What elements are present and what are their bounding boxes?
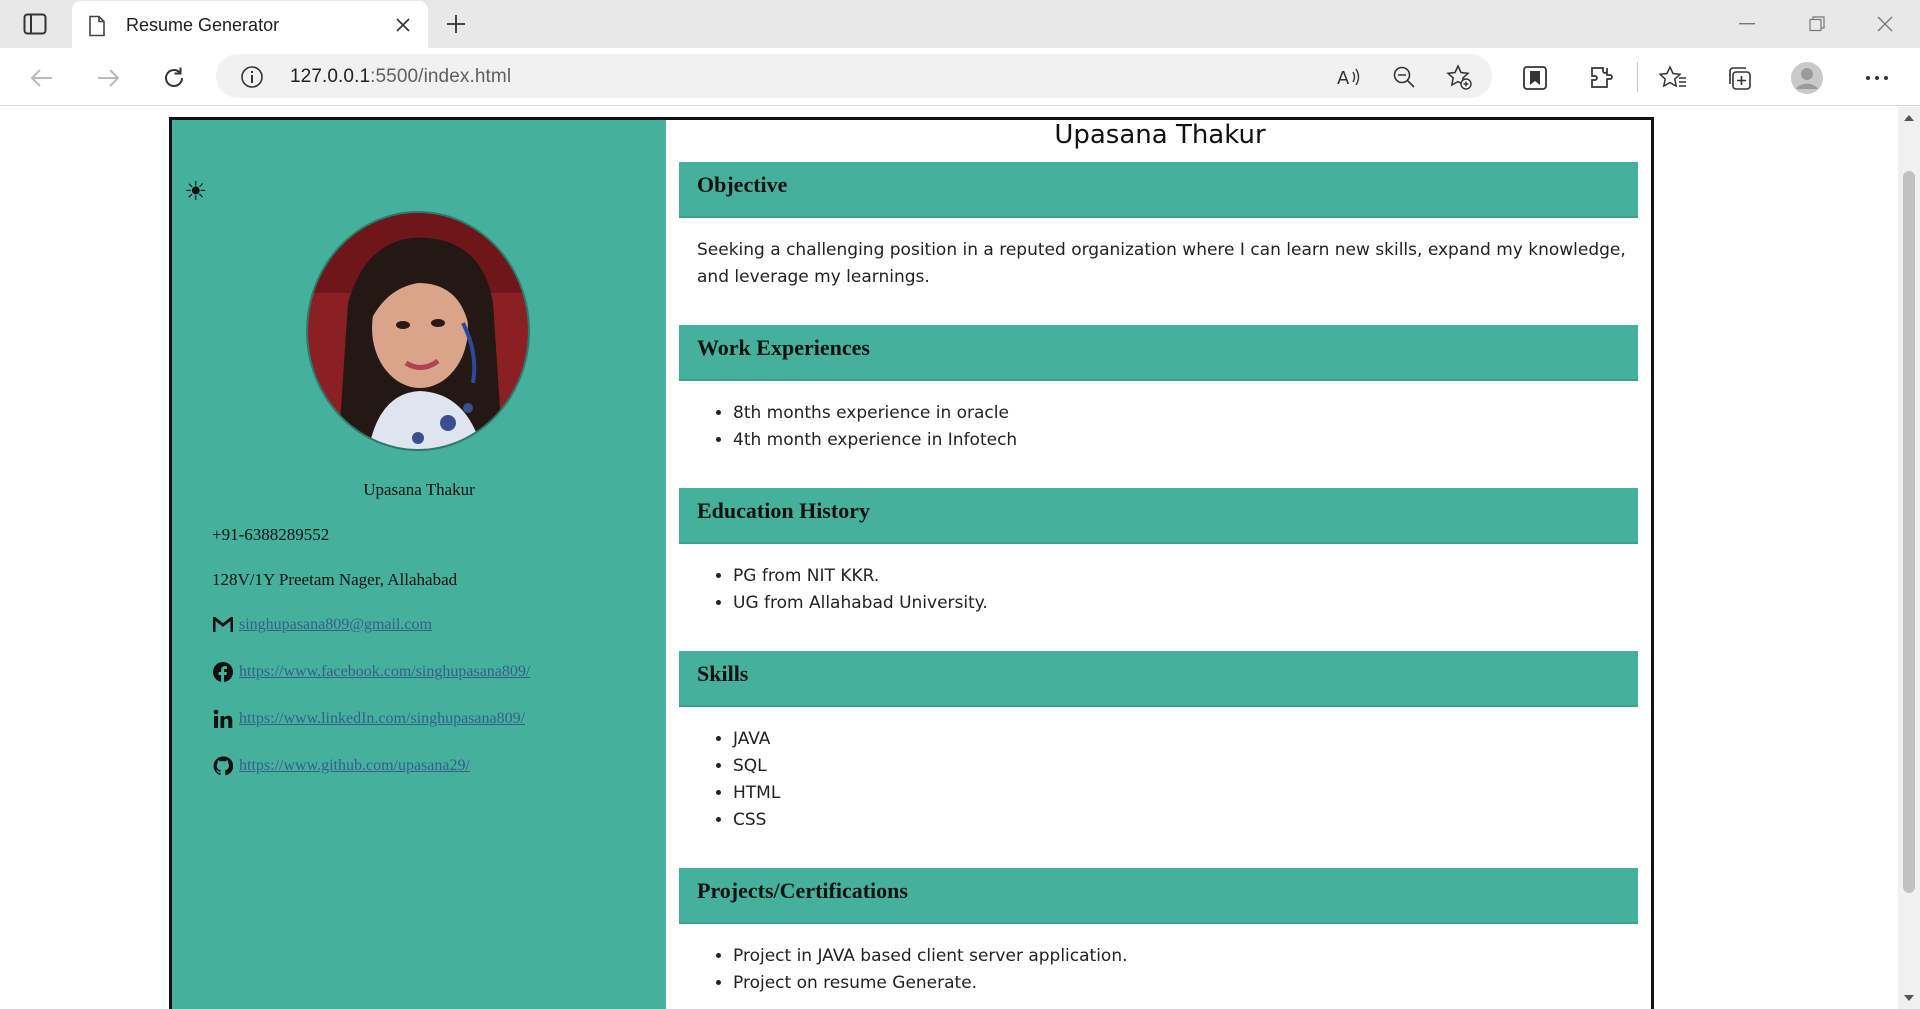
refresh-icon[interactable] <box>157 62 191 94</box>
education-title: Education History <box>697 498 870 523</box>
browser-tab[interactable]: Resume Generator <box>72 1 428 48</box>
toolbar-separator <box>1637 62 1638 92</box>
address-bar[interactable]: 127.0.0.1:5500/index.html A <box>216 54 1492 98</box>
list-item: PG from NIT KKR. <box>733 563 1627 590</box>
list-item: Project in JAVA based client server appl… <box>733 943 1627 970</box>
scroll-up-icon[interactable] <box>1898 107 1920 129</box>
phone-number: +91-6388289552 <box>212 525 330 544</box>
svg-text:A: A <box>1337 68 1350 88</box>
education-header: Education History <box>679 488 1638 544</box>
linkedin-link[interactable]: https://www.linkedIn.com/singhupasana809… <box>239 710 525 728</box>
tab-bar: Resume Generator <box>0 0 1920 48</box>
work-section: 8th months experience in oracle 4th mont… <box>697 400 1627 454</box>
scroll-down-icon[interactable] <box>1898 987 1920 1009</box>
close-window-button[interactable] <box>1862 8 1908 40</box>
objective-header: Objective <box>679 162 1638 218</box>
objective-text: Seeking a challenging position in a repu… <box>697 240 1626 287</box>
back-icon[interactable] <box>25 62 59 94</box>
github-link[interactable]: https://www.github.com/upasana29/ <box>239 757 470 775</box>
address: 128V/1Y Preetam Nager, Allahabad <box>212 570 458 589</box>
resume-sidebar: ☀ Upasana Thakur +91-6388289552 128V/1Y … <box>172 120 666 1009</box>
facebook-icon <box>212 661 234 683</box>
email-link[interactable]: singhupasana809@gmail.com <box>239 616 432 634</box>
add-favorite-icon[interactable] <box>1446 64 1472 90</box>
favorites-icon[interactable] <box>1656 62 1690 94</box>
facebook-contact: https://www.facebook.com/singhupasana809… <box>212 661 530 683</box>
zoom-out-icon[interactable] <box>1391 64 1417 90</box>
resume-main: Upasana Thakur Objective Seeking a chall… <box>666 120 1651 1009</box>
close-tab-icon[interactable] <box>392 14 414 36</box>
github-icon <box>212 755 234 777</box>
extensions-icon[interactable] <box>1584 62 1618 94</box>
tab-title: Resume Generator <box>126 15 280 35</box>
list-item: JAVA <box>733 726 1627 753</box>
site-info-icon[interactable] <box>240 65 264 94</box>
restore-button[interactable] <box>1794 8 1840 40</box>
bookmark-extension-icon[interactable] <box>1518 62 1552 94</box>
list-item: 8th months experience in oracle <box>733 400 1627 427</box>
skills-list: JAVA SQL HTML CSS <box>697 726 1627 834</box>
github-contact: https://www.github.com/upasana29/ <box>212 755 470 777</box>
gmail-icon <box>212 614 234 636</box>
page-scrollbar[interactable] <box>1898 107 1920 1009</box>
browser-toolbar: 127.0.0.1:5500/index.html A <box>0 48 1920 106</box>
read-aloud-icon[interactable]: A <box>1337 64 1363 90</box>
projects-header: Projects/Certifications <box>679 868 1638 924</box>
tab-actions-icon[interactable] <box>18 11 52 37</box>
work-title: Work Experiences <box>697 335 870 360</box>
skills-title: Skills <box>697 661 749 686</box>
skills-header: Skills <box>679 651 1638 707</box>
page-viewport: ☀ Upasana Thakur +91-6388289552 128V/1Y … <box>0 107 1898 1009</box>
objective-title: Objective <box>697 172 788 197</box>
skills-section: JAVA SQL HTML CSS <box>697 726 1627 834</box>
scrollbar-thumb[interactable] <box>1903 171 1915 893</box>
sun-icon[interactable]: ☀ <box>184 178 207 204</box>
linkedin-contact: https://www.linkedIn.com/singhupasana809… <box>212 708 525 730</box>
profile-avatar[interactable] <box>1790 62 1824 94</box>
linkedin-icon <box>212 708 234 730</box>
more-options-icon[interactable] <box>1860 62 1894 94</box>
list-item: HTML <box>733 780 1627 807</box>
projects-section: Project in JAVA based client server appl… <box>697 943 1627 997</box>
sidebar-name: Upasana Thakur <box>363 480 475 499</box>
education-list: PG from NIT KKR. UG from Allahabad Unive… <box>697 563 1627 617</box>
new-tab-button[interactable] <box>441 10 471 38</box>
list-item: UG from Allahabad University. <box>733 590 1627 617</box>
work-list: 8th months experience in oracle 4th mont… <box>697 400 1627 454</box>
facebook-link[interactable]: https://www.facebook.com/singhupasana809… <box>239 663 530 681</box>
resume-name-heading: Upasana Thakur <box>1054 120 1266 150</box>
forward-icon[interactable] <box>91 62 125 94</box>
url-text[interactable]: 127.0.0.1:5500/index.html <box>290 66 511 88</box>
education-section: PG from NIT KKR. UG from Allahabad Unive… <box>697 563 1627 617</box>
list-item: CSS <box>733 807 1627 834</box>
projects-list: Project in JAVA based client server appl… <box>697 943 1627 997</box>
projects-title: Projects/Certifications <box>697 878 908 903</box>
resume-container: ☀ Upasana Thakur +91-6388289552 128V/1Y … <box>169 117 1654 1009</box>
list-item: Project on resume Generate. <box>733 970 1627 997</box>
email-contact: singhupasana809@gmail.com <box>212 614 432 636</box>
work-header: Work Experiences <box>679 325 1638 381</box>
profile-photo <box>306 211 530 451</box>
minimize-button[interactable] <box>1724 8 1770 40</box>
collections-icon[interactable] <box>1722 62 1756 94</box>
list-item: 4th month experience in Infotech <box>733 427 1627 454</box>
list-item: SQL <box>733 753 1627 780</box>
page-icon <box>88 15 106 42</box>
